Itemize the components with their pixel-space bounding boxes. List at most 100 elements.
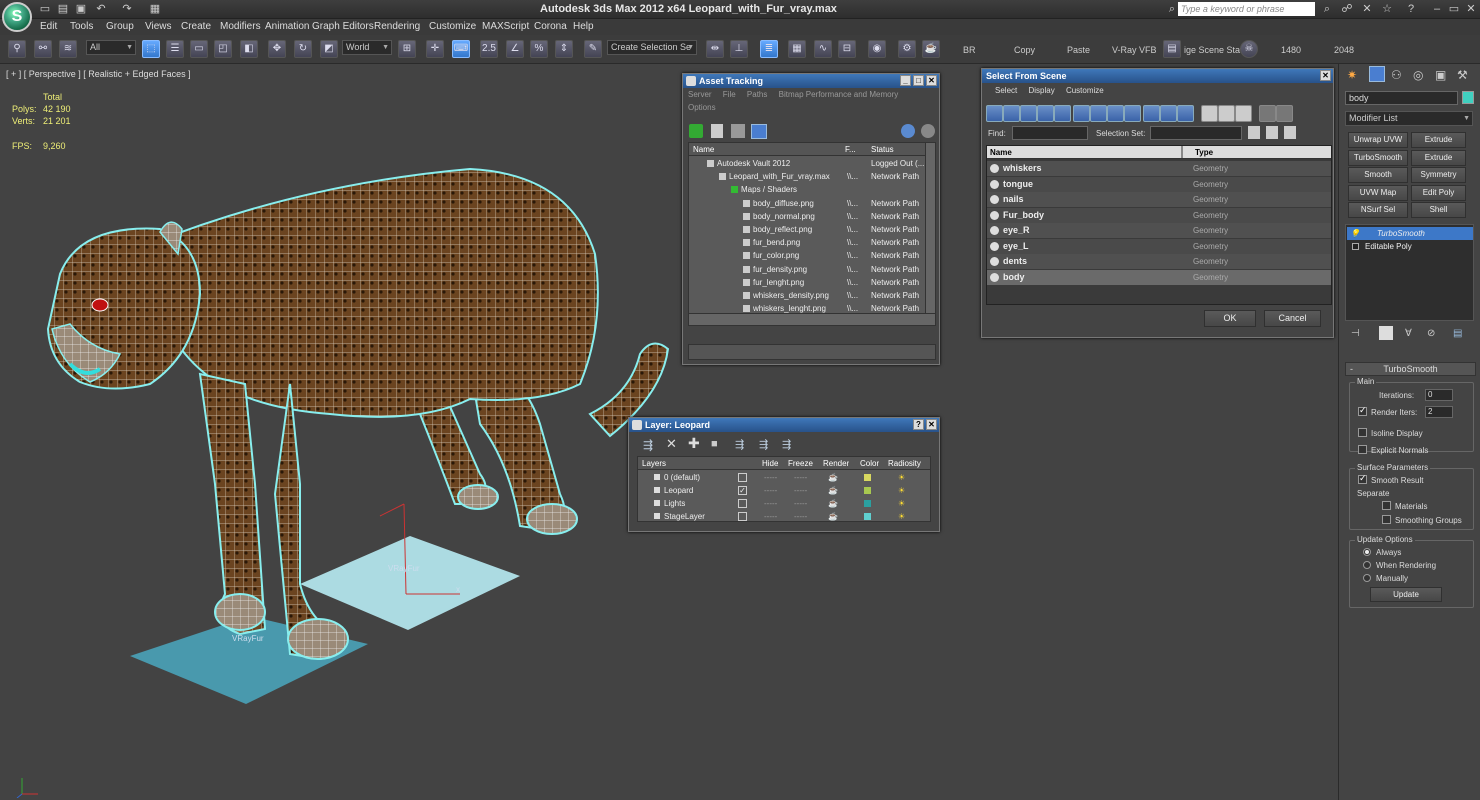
select-manipulate-icon[interactable]: ✛ (426, 40, 444, 58)
menu-create[interactable]: Create (181, 21, 211, 32)
display-tab-icon[interactable]: ▣ (1435, 68, 1446, 82)
layer-row[interactable]: 0 (default) ----- ----- ☕ ☀ (638, 471, 930, 484)
skull-icon[interactable]: ☠ (1240, 40, 1258, 58)
scene-stat-icon[interactable]: ▤ (1163, 40, 1181, 58)
percent-snap-icon[interactable]: % (530, 40, 548, 58)
hide-unhide-all-icon[interactable]: ⇶ (759, 438, 768, 451)
menu-modifiers[interactable]: Modifiers (220, 21, 261, 32)
radiosity-icon[interactable]: ☀ (898, 497, 905, 510)
minimize-icon[interactable]: – (1428, 2, 1446, 16)
modifier-button-symmetry[interactable]: Symmetry (1411, 167, 1466, 183)
layer-manager-title[interactable]: Layer: Leopard ? ✕ (629, 418, 939, 432)
material-editor-icon[interactable]: ◉ (868, 40, 886, 58)
asset-row[interactable]: Leopard_with_Fur_vray.max \\... Network Pa… (689, 170, 925, 183)
col-radiosity[interactable]: Radiosity (888, 457, 921, 470)
layer-row[interactable]: Lights ----- ----- ☕ ☀ (638, 497, 930, 510)
delete-layer-icon[interactable]: ✕ (666, 436, 677, 452)
hide-toggle[interactable]: ----- (764, 510, 777, 523)
leopard-wireframe-model[interactable] (0, 64, 700, 800)
render-setup-icon[interactable]: ⚙ (898, 40, 916, 58)
scene-object-row[interactable]: eye_L Geometry (987, 238, 1331, 254)
display-groups-icon[interactable] (1090, 105, 1107, 122)
minimize-icon[interactable]: _ (900, 75, 911, 86)
modifier-button-extrude[interactable]: Extrude (1411, 149, 1466, 166)
help-icon[interactable] (901, 124, 915, 138)
add-to-layer-icon[interactable]: ✚ (688, 435, 700, 452)
graphite-tools-icon[interactable]: ▦ (788, 40, 806, 58)
modify-tab-icon[interactable] (1369, 66, 1385, 82)
display-xrefs-icon[interactable] (1107, 105, 1124, 122)
render-iters-spinner[interactable]: 2 (1425, 406, 1453, 418)
display-containers-icon[interactable] (1143, 105, 1160, 122)
asset-tracking-dialog[interactable]: Asset Tracking _ □ ✕ Server File Paths B… (682, 73, 940, 365)
maximize-icon[interactable]: □ (913, 75, 924, 86)
when-rendering-radio[interactable] (1363, 561, 1371, 569)
create-layer-icon[interactable]: ⇶ (643, 438, 653, 452)
modifier-button-shell[interactable]: Shell (1411, 202, 1466, 218)
radiosity-icon[interactable]: ☀ (898, 510, 905, 523)
layer-list[interactable]: Layers Hide Freeze Render Color Radiosit… (637, 456, 931, 522)
freeze-toggle[interactable]: ----- (794, 497, 807, 510)
display-bones-icon[interactable] (1124, 105, 1141, 122)
layer-row[interactable]: Leopard ✓ ----- ----- ☕ ☀ (638, 484, 930, 497)
col-type[interactable]: Type (1195, 146, 1213, 159)
leopard-paw-back-right[interactable] (526, 503, 578, 535)
modifier-button-unwrap-uvw[interactable]: Unwrap UVW (1348, 132, 1408, 148)
layer-color-swatch[interactable] (864, 513, 871, 520)
scene-object-row[interactable]: dents Geometry (987, 254, 1331, 269)
asset-row[interactable]: fur_bend.png \\... Network Path (689, 236, 925, 249)
asset-row[interactable]: body_diffuse.png \\... Network Path (689, 197, 925, 210)
list-view-icon[interactable] (711, 124, 723, 138)
asset-tracking-title[interactable]: Asset Tracking _ □ ✕ (683, 74, 939, 88)
rect-selection-icon[interactable]: ▭ (190, 40, 208, 58)
selection-filter-dropdown[interactable]: All (86, 40, 136, 55)
keyboard-shortcut-icon[interactable]: ⌨ (452, 40, 470, 58)
context-help-icon[interactable] (921, 124, 935, 138)
freeze-toggle[interactable]: ----- (794, 471, 807, 484)
menu-paths[interactable]: Paths (747, 90, 767, 99)
hide-toggle[interactable]: ----- (764, 471, 777, 484)
scene-stat-label[interactable]: ige Scene Stat (1184, 45, 1243, 55)
move-icon[interactable]: ✥ (268, 40, 286, 58)
materials-checkbox[interactable] (1382, 501, 1391, 510)
rotate-icon[interactable]: ↻ (294, 40, 312, 58)
render-teapot-icon[interactable]: ☕ (828, 484, 838, 497)
make-unique-icon[interactable]: ∀ (1405, 328, 1412, 339)
smoothing-groups-checkbox[interactable] (1382, 515, 1391, 524)
col-freeze[interactable]: Freeze (788, 457, 813, 470)
hierarchy-tab-icon[interactable]: ⚇ (1391, 68, 1402, 82)
pivot-center-icon[interactable]: ⊞ (398, 40, 416, 58)
menu-graph-editors[interactable]: Graph Editors (312, 21, 374, 32)
select-from-scene-title[interactable]: Select From Scene ✕ (982, 69, 1333, 83)
leopard-paw-front-left[interactable] (214, 593, 266, 631)
col-hide[interactable]: Hide (762, 457, 778, 470)
refresh-icon[interactable] (689, 124, 703, 138)
leopard-paw-back-left[interactable] (457, 484, 499, 510)
select-link-icon[interactable]: ⚲ (8, 40, 26, 58)
update-button[interactable]: Update (1370, 587, 1442, 602)
scene-object-row[interactable]: tongue Geometry (987, 176, 1331, 192)
always-radio[interactable] (1363, 548, 1371, 556)
menu-options[interactable]: Options (688, 103, 716, 112)
asset-row[interactable]: fur_density.png \\... Network Path (689, 263, 925, 276)
asset-row[interactable]: whiskers_density.png \\... Network Path (689, 289, 925, 302)
menu-help[interactable]: Help (573, 21, 594, 32)
menu-tools[interactable]: Tools (70, 21, 93, 32)
table-view-icon[interactable] (731, 124, 745, 138)
undo-icon[interactable]: ↶ (94, 2, 108, 16)
radiosity-icon[interactable]: ☀ (898, 484, 905, 497)
isoline-display-checkbox[interactable] (1358, 428, 1367, 437)
menu-group[interactable]: Group (106, 21, 134, 32)
asset-row[interactable]: body_reflect.png \\... Network Path (689, 223, 925, 236)
modifier-button-turbosmooth[interactable]: TurboSmooth (1348, 149, 1408, 166)
named-selection-set-dropdown[interactable]: Create Selection Se (607, 40, 697, 55)
current-layer-checkbox[interactable]: ✓ (738, 486, 747, 495)
freeze-unfreeze-all-icon[interactable]: ⇶ (782, 438, 791, 451)
select-object-icon[interactable]: ⬚ (142, 40, 160, 58)
menu-server[interactable]: Server (688, 90, 712, 99)
modifier-button-smooth[interactable]: Smooth (1348, 167, 1408, 183)
display-frozen-icon[interactable] (1160, 105, 1177, 122)
scene-object-row[interactable]: eye_R Geometry (987, 223, 1331, 238)
select-all-icon[interactable] (1201, 105, 1218, 122)
current-layer-checkbox[interactable] (738, 473, 747, 482)
